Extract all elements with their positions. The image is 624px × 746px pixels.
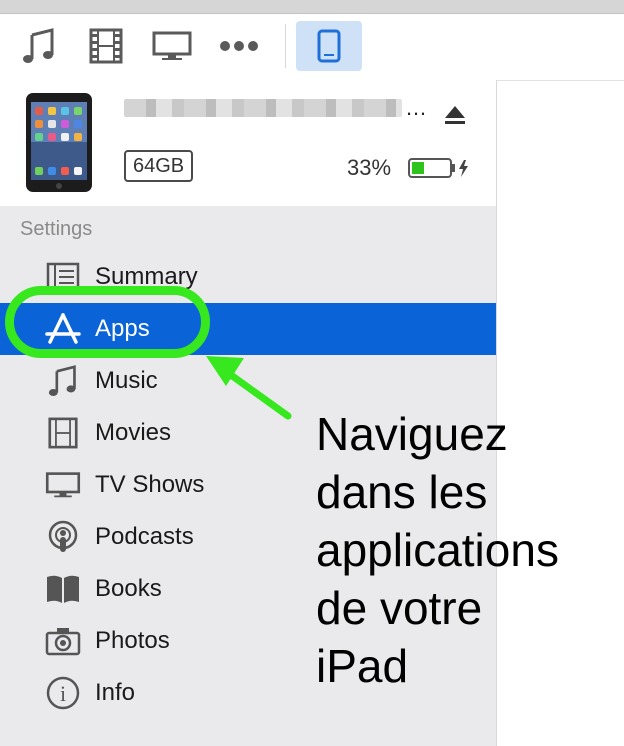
- annotation-line: iPad: [316, 640, 409, 692]
- film-icon: [44, 415, 82, 451]
- eject-icon[interactable]: [444, 104, 466, 126]
- sidebar-item-label: Books: [95, 575, 162, 602]
- annotation-text: Naviguez dans les applications de votre …: [316, 405, 616, 695]
- battery-percent: 33%: [347, 155, 392, 180]
- window-top-strip: [0, 0, 624, 14]
- battery-fill: [412, 162, 424, 174]
- annotation-line: dans les: [316, 466, 488, 518]
- book-icon: [44, 571, 82, 607]
- tv-toolbar-button[interactable]: [147, 21, 197, 71]
- music-note-icon: [44, 363, 82, 399]
- callout-arrow: [206, 356, 292, 420]
- tv-icon: [44, 467, 82, 503]
- sidebar-item-label: Info: [95, 679, 136, 706]
- more-toolbar-button[interactable]: [214, 21, 264, 71]
- device-toolbar-button[interactable]: [296, 21, 362, 71]
- music-toolbar-button[interactable]: [14, 21, 64, 71]
- device-name-ellipsis: …: [405, 95, 427, 120]
- movies-toolbar-button[interactable]: [81, 21, 131, 71]
- toolbar-separator: [285, 24, 286, 68]
- svg-text:i: i: [60, 681, 66, 706]
- ipad-thumbnail: [26, 93, 92, 192]
- device-name-redacted: [124, 99, 402, 117]
- toolbar: [0, 14, 624, 81]
- annotation-line: Naviguez: [316, 408, 508, 460]
- ipad-device-icon: [317, 29, 341, 63]
- podcast-icon: [44, 519, 82, 555]
- device-header: … 64GB 33%: [0, 80, 496, 206]
- more-icon: [220, 41, 258, 51]
- annotation-line: de votre: [316, 582, 483, 634]
- sidebar-item-label: Photos: [95, 627, 170, 654]
- capacity-badge: 64GB: [124, 150, 194, 182]
- film-icon: [89, 28, 123, 64]
- sidebar-item-label: Podcasts: [95, 523, 194, 550]
- annotation-line: applications: [316, 524, 559, 576]
- highlight-ring: [5, 286, 210, 358]
- sidebar-item-label: Movies: [95, 419, 172, 446]
- camera-icon: [44, 623, 82, 659]
- sidebar-section-title: Settings: [20, 218, 93, 240]
- info-icon: i: [44, 675, 82, 711]
- battery-charging-icon: [408, 158, 468, 178]
- sidebar-item-label: Music: [95, 367, 158, 394]
- tv-icon: [152, 31, 192, 60]
- sidebar-item-label: TV Shows: [95, 471, 205, 498]
- music-note-icon: [23, 28, 54, 63]
